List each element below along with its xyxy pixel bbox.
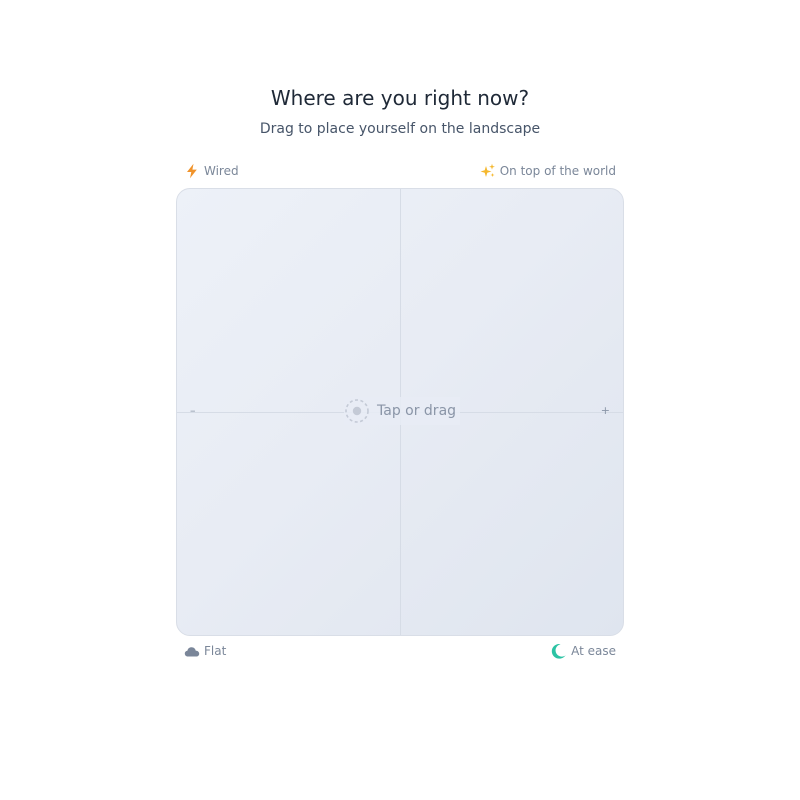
tap-or-drag-hint: Tap or drag bbox=[344, 397, 461, 425]
moon-icon bbox=[551, 643, 567, 659]
axis-plus-label: + bbox=[600, 404, 610, 417]
axis-minus-label: – bbox=[190, 404, 196, 417]
corner-label-text: At ease bbox=[571, 644, 616, 658]
corner-label-text: Wired bbox=[204, 164, 239, 178]
page-title: Where are you right now? bbox=[270, 86, 530, 110]
corner-label-text: On top of the world bbox=[499, 164, 616, 178]
cloud-icon bbox=[184, 643, 200, 659]
corner-label-at-ease: At ease bbox=[551, 643, 616, 659]
sparkles-icon bbox=[480, 163, 496, 179]
target-icon bbox=[344, 398, 370, 424]
mood-picker: Where are you right now? Drag to place y… bbox=[0, 0, 800, 800]
corner-label-on-top-of-the-world: On top of the world bbox=[480, 163, 616, 179]
corner-label-wired: Wired bbox=[184, 163, 239, 179]
hint-text: Tap or drag bbox=[377, 403, 457, 419]
page-subtitle: Drag to place yourself on the landscape bbox=[259, 121, 541, 137]
corner-label-flat: Flat bbox=[184, 643, 226, 659]
lightning-icon bbox=[184, 163, 200, 179]
corner-label-text: Flat bbox=[204, 644, 227, 658]
mood-landscape-pad[interactable]: – + Tap or drag bbox=[176, 188, 624, 636]
